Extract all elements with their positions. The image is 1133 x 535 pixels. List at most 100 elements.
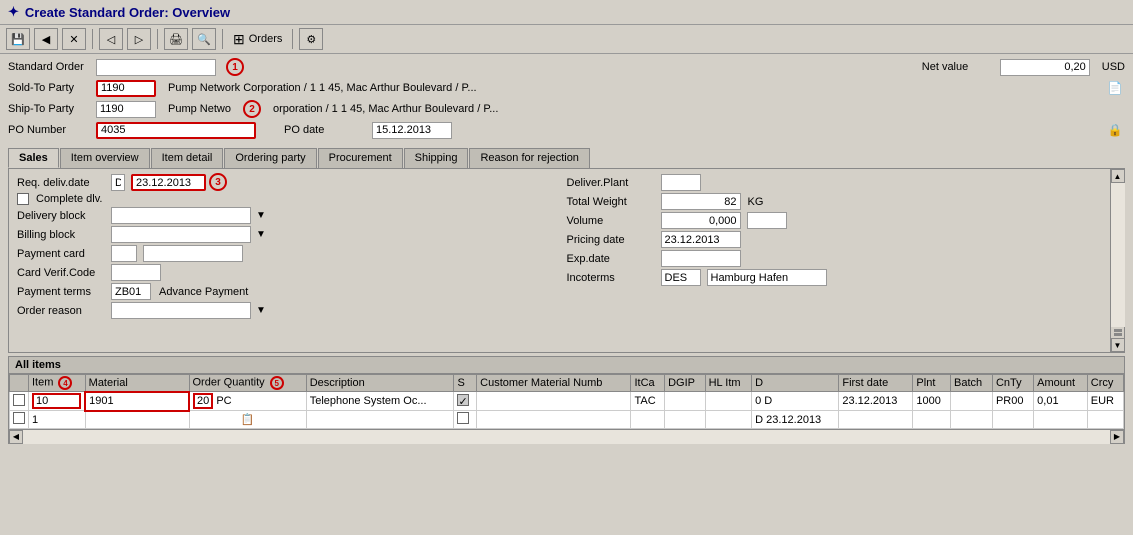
scroll-down[interactable]: ▼ xyxy=(1111,338,1125,352)
scroll-track[interactable] xyxy=(1111,183,1125,327)
deliver-plant-label: Deliver.Plant xyxy=(567,177,657,189)
net-value-input[interactable] xyxy=(1000,59,1090,76)
row1-order-qty[interactable]: 20 PC xyxy=(189,392,306,411)
tab-shipping[interactable]: Shipping xyxy=(404,148,469,168)
orders-label: Orders xyxy=(249,33,283,45)
delivery-block-arrow[interactable]: ▼ xyxy=(256,210,266,221)
deliver-plant-input[interactable] xyxy=(661,174,701,191)
print-button[interactable]: 🖨 xyxy=(164,28,188,50)
row1-cust-mat xyxy=(477,392,631,411)
tab-item-detail[interactable]: Item detail xyxy=(151,148,224,168)
payment-card-input1[interactable] xyxy=(111,245,137,262)
sold-to-party-input[interactable] xyxy=(96,80,156,97)
row1-material[interactable]: 1901 xyxy=(85,392,189,411)
exit-button[interactable]: ✕ xyxy=(62,28,86,50)
payment-terms-input[interactable] xyxy=(111,283,151,300)
po-number-label: PO Number xyxy=(8,124,88,136)
col-desc: Description xyxy=(306,375,454,392)
h-scroll-left[interactable]: ◀ xyxy=(9,430,23,444)
complete-dlv-checkbox[interactable] xyxy=(17,193,29,205)
col-cnty: CnTy xyxy=(992,375,1033,392)
h-scroll-right[interactable]: ▶ xyxy=(1110,430,1124,444)
next-button[interactable]: ▷ xyxy=(127,28,151,50)
row2-s[interactable] xyxy=(454,411,477,429)
exp-date-input[interactable] xyxy=(661,250,741,267)
row2-material-input[interactable] xyxy=(89,414,169,426)
items-h-scrollbar[interactable]: ◀ ▶ xyxy=(9,429,1124,443)
billing-block-label: Billing block xyxy=(17,229,107,241)
config-button[interactable]: ⚙ xyxy=(299,28,323,50)
col-amount: Amount xyxy=(1034,375,1088,392)
prev-button[interactable]: ◁ xyxy=(99,28,123,50)
req-deliv-date-d-input[interactable] xyxy=(111,174,125,191)
po-date-input[interactable] xyxy=(372,122,452,139)
col-material: Material xyxy=(85,375,189,392)
table-row: 10 1901 20 PC Telephone System Oc... ✓ T… xyxy=(10,392,1124,411)
row1-d: 0 D xyxy=(752,392,839,411)
scroll-up[interactable]: ▲ xyxy=(1111,169,1125,183)
row2-item[interactable] xyxy=(29,411,86,429)
row1-plnt: 1000 xyxy=(913,392,951,411)
tab-procurement[interactable]: Procurement xyxy=(318,148,403,168)
tab-reason-rejection[interactable]: Reason for rejection xyxy=(469,148,589,168)
row1-cnty: PR00 xyxy=(992,392,1033,411)
title-bar: ✦ Create Standard Order: Overview xyxy=(0,0,1133,25)
ship-to-party-label: Ship-To Party xyxy=(8,103,88,115)
order-reason-arrow[interactable]: ▼ xyxy=(256,305,266,316)
billing-block-arrow[interactable]: ▼ xyxy=(256,229,266,240)
req-deliv-date-input[interactable] xyxy=(131,174,206,191)
badge-1: 1 xyxy=(226,58,244,76)
sales-tab-content: 3 Req. deliv.date Complete dlv. Delivery… xyxy=(8,168,1125,353)
toolbar: 💾 ◀ ✕ ◁ ▷ 🖨 🔍 ⊞ Orders ⚙ xyxy=(0,25,1133,54)
incoterms-text-input[interactable] xyxy=(707,269,827,286)
row1-first-date: 23.12.2013 xyxy=(839,392,913,411)
badge-2: 2 xyxy=(243,100,261,118)
payment-card-label: Payment card xyxy=(17,248,107,260)
volume-unit-input[interactable] xyxy=(747,212,787,229)
total-weight-label: Total Weight xyxy=(567,196,657,208)
tab-scrollbar[interactable]: ▲ ▼ xyxy=(1110,169,1124,352)
save-button[interactable]: 💾 xyxy=(6,28,30,50)
ship-to-party-name: Pump Netwo xyxy=(168,103,231,115)
po-number-input[interactable] xyxy=(96,122,256,139)
billing-block-input[interactable] xyxy=(111,226,251,243)
delivery-block-label: Delivery block xyxy=(17,210,107,222)
find-button[interactable]: 🔍 xyxy=(192,28,216,50)
tab-sales[interactable]: Sales xyxy=(8,148,59,168)
row1-item[interactable]: 10 xyxy=(29,392,86,411)
row2-checkbox[interactable] xyxy=(10,411,29,429)
col-dgip: DGIP xyxy=(665,375,705,392)
row1-dgip xyxy=(665,392,705,411)
ship-to-party-name2: orporation / 1 1 45, Mac Arthur Boulevar… xyxy=(273,103,1125,115)
total-weight-input[interactable] xyxy=(661,193,741,210)
items-section: All items Item 4 Material Order Quantity… xyxy=(8,356,1125,444)
volume-input[interactable] xyxy=(661,212,741,229)
row2-copy-icon[interactable]: 📋 xyxy=(189,411,306,429)
tabs-container: Sales Item overview Item detail Ordering… xyxy=(0,144,1133,168)
total-weight-unit: KG xyxy=(748,196,764,208)
sold-to-party-doc-icon[interactable]: 📄 xyxy=(1105,79,1125,97)
card-verif-code-input[interactable] xyxy=(111,264,161,281)
row2-material[interactable] xyxy=(85,411,189,429)
po-date-doc-icon[interactable]: 🔒 xyxy=(1105,121,1125,139)
order-reason-input[interactable] xyxy=(111,302,251,319)
row2-item-input[interactable] xyxy=(32,414,62,426)
delivery-block-input[interactable] xyxy=(111,207,251,224)
back-button[interactable]: ◀ xyxy=(34,28,58,50)
ship-to-party-input[interactable] xyxy=(96,101,156,118)
tab-item-overview[interactable]: Item overview xyxy=(60,148,150,168)
col-batch: Batch xyxy=(951,375,993,392)
h-scroll-track[interactable] xyxy=(23,430,1110,444)
payment-card-input2[interactable] xyxy=(143,245,243,262)
row1-checkbox[interactable] xyxy=(10,392,29,411)
row1-desc: Telephone System Oc... xyxy=(306,392,454,411)
pricing-date-input[interactable] xyxy=(661,231,741,248)
orders-icon: ⊞ xyxy=(233,31,245,48)
incoterms-code-input[interactable] xyxy=(661,269,701,286)
col-order-qty: Order Quantity 5 xyxy=(189,375,306,392)
orders-menu[interactable]: ⊞ Orders xyxy=(229,29,286,50)
row1-s[interactable]: ✓ xyxy=(454,392,477,411)
standard-order-input[interactable] xyxy=(96,59,216,76)
col-s: S xyxy=(454,375,477,392)
tab-ordering-party[interactable]: Ordering party xyxy=(224,148,316,168)
